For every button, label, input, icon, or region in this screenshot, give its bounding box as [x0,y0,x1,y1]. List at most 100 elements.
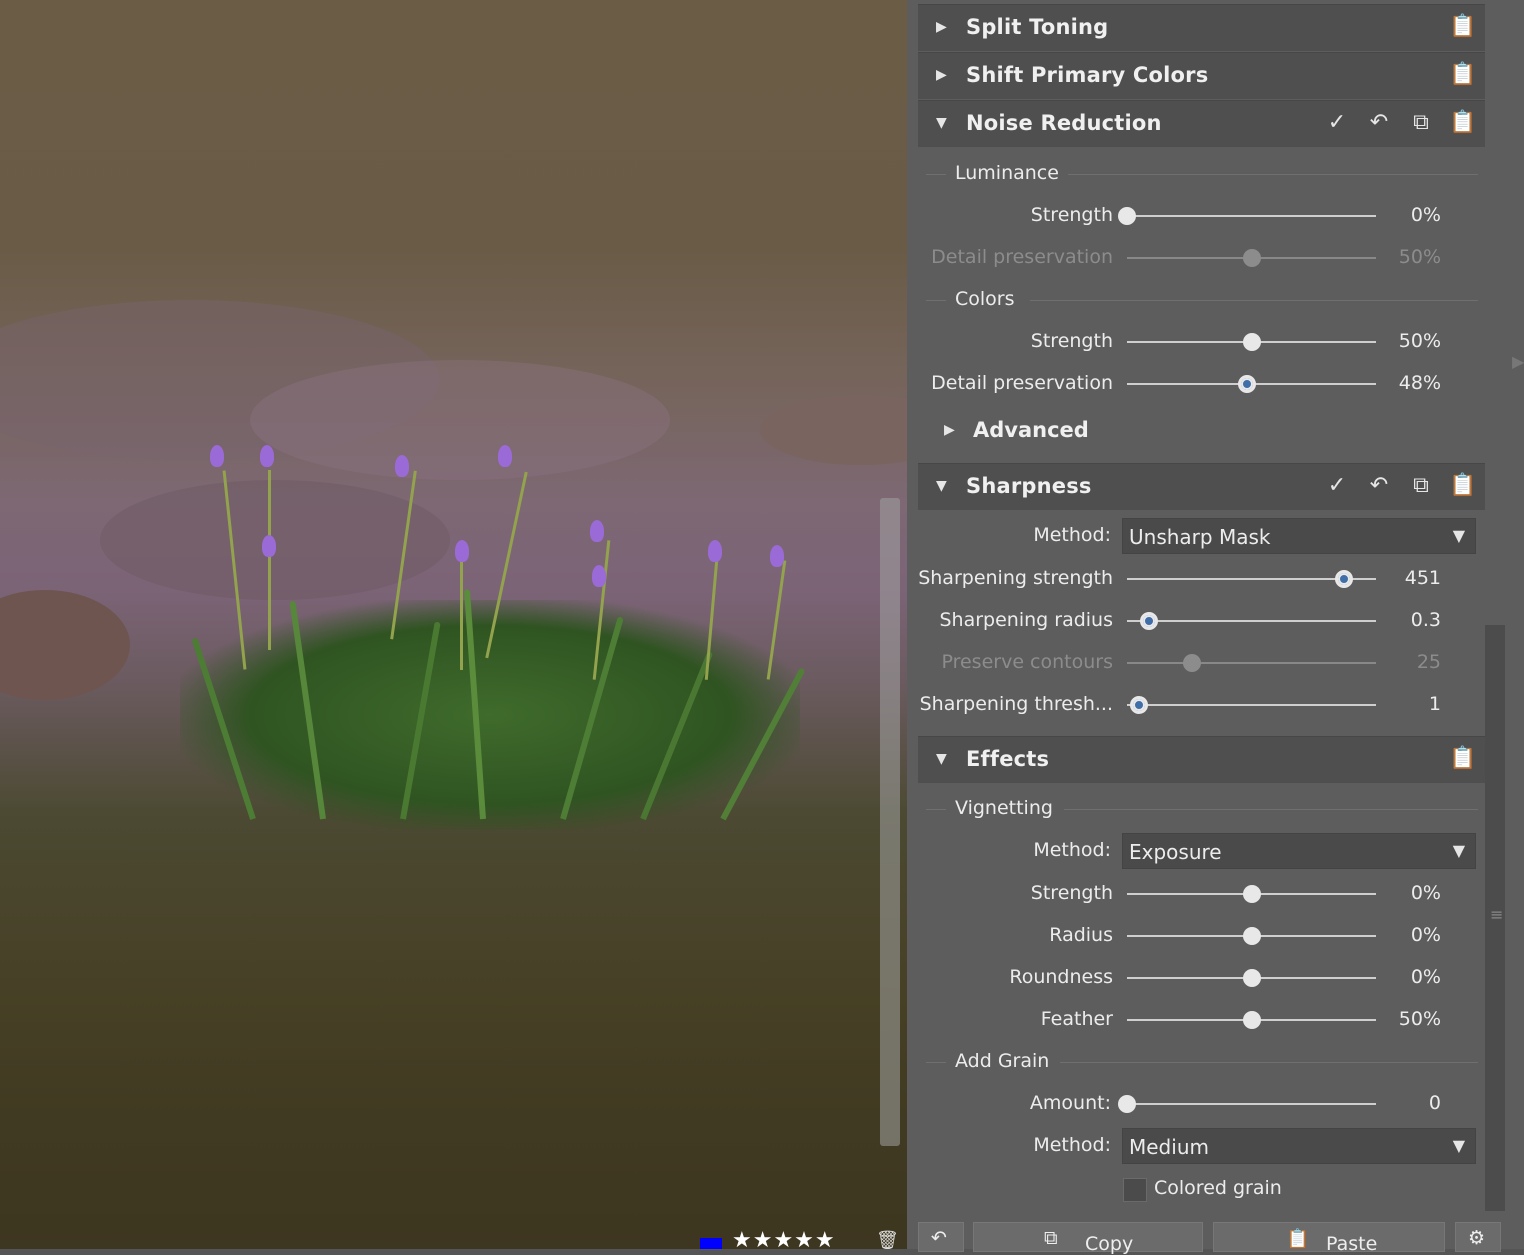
copy-icon[interactable]: ⧉ [1407,472,1435,500]
vig-radius-slider[interactable] [1127,927,1376,945]
collapse-down-icon[interactable]: ▼ [936,478,947,494]
photo-flower [592,565,606,587]
vig-method-label: Method: [1033,839,1111,861]
collapse-down-icon[interactable]: ▼ [936,115,947,131]
grain-method-dropdown[interactable]: Medium ▼ [1122,1128,1476,1164]
copy-settings-button[interactable]: ⧉ Copy [973,1222,1203,1255]
divider [1064,809,1478,810]
dropdown-arrow-icon[interactable]: ▼ [1453,1136,1465,1155]
photo-flower [455,540,469,562]
slider-thumb[interactable] [1242,885,1261,903]
paste-icon[interactable]: 📋 [1449,61,1477,89]
vig-feather-slider[interactable] [1127,1011,1376,1029]
grain-amount-slider[interactable] [1118,1095,1376,1113]
vig-feather-value[interactable]: 50% [1399,1008,1441,1030]
paste-icon[interactable]: 📋 [1449,13,1477,41]
section-noise-reduction[interactable]: ▼ Noise Reduction ✓ ↶ ⧉ 📋 [918,100,1485,147]
sharp-radius-value[interactable]: 0.3 [1411,609,1441,631]
slider-thumb[interactable] [1334,570,1353,588]
group-luminance: Luminance [955,162,1059,184]
reset-icon[interactable]: ↶ [1365,472,1393,500]
lum-detail-value[interactable]: 50% [1399,246,1441,268]
photo-meadow [0,800,907,1249]
slider-thumb[interactable] [1242,249,1261,267]
photo-preview[interactable]: ★★★★★ 🗑 [0,0,907,1249]
slider-thumb[interactable] [1140,612,1159,630]
col-detail-slider[interactable] [1127,375,1376,393]
expand-right-icon[interactable]: ▶ [936,67,947,83]
section-sharpness[interactable]: ▼ Sharpness ✓ ↶ ⧉ 📋 [918,463,1485,510]
paste-special-button[interactable]: ⚙ [1455,1222,1501,1252]
grain-amount-value[interactable]: 0 [1429,1092,1441,1114]
sharp-strength-label: Sharpening strength [918,567,1113,589]
paste-settings-button[interactable]: 📋 Paste [1213,1222,1445,1255]
slider-thumb[interactable] [1130,696,1149,714]
color-label-swatch[interactable] [700,1238,722,1249]
slider-thumb[interactable] [1182,654,1201,672]
vig-strength-slider[interactable] [1127,885,1376,903]
photo-flower [590,520,604,542]
photo-flower [260,445,274,467]
star-rating[interactable]: ★★★★★ [732,1228,836,1249]
slider-thumb[interactable] [1242,333,1261,351]
sharp-strength-slider[interactable] [1127,570,1376,588]
slider-thumb[interactable] [1242,1011,1261,1029]
enable-check-icon[interactable]: ✓ [1323,472,1351,500]
reset-icon[interactable]: ↶ [1365,109,1393,137]
sharp-contours-label: Preserve contours [941,651,1113,673]
enable-check-icon[interactable]: ✓ [1323,109,1351,137]
photo-flower [708,540,722,562]
photo-flower [395,455,409,477]
sharp-radius-slider[interactable] [1127,612,1376,630]
vig-roundness-value[interactable]: 0% [1411,966,1441,988]
photo-scrollbar[interactable] [880,498,900,1146]
copy-icon[interactable]: ⧉ [1407,109,1435,137]
expand-right-icon[interactable]: ▶ [944,422,955,438]
paste-special-icon: ⚙ [1468,1227,1486,1249]
trash-icon[interactable]: 🗑 [876,1230,899,1249]
slider-thumb[interactable] [1118,1095,1136,1113]
section-split-toning[interactable]: ▶ Split Toning 📋 [918,4,1485,51]
photo-flower [498,445,512,467]
panel-toggle-icon[interactable]: ▶ [1512,352,1524,371]
scroll-grip-icon: ≡ [1490,905,1504,924]
paste-icon[interactable]: 📋 [1449,109,1477,137]
slider-thumb[interactable] [1118,207,1136,225]
vig-method-dropdown[interactable]: Exposure ▼ [1122,833,1476,869]
slider-thumb[interactable] [1242,969,1261,987]
lum-detail-label: Detail preservation [931,246,1113,268]
col-detail-value[interactable]: 48% [1399,372,1441,394]
sharp-threshold-label: Sharpening thresh... [919,693,1113,715]
colored-grain-label: Colored grain [1154,1177,1282,1199]
section-title: Noise Reduction [966,111,1162,135]
lum-detail-slider[interactable] [1127,249,1376,267]
photo-rock [0,590,130,700]
dropdown-arrow-icon[interactable]: ▼ [1453,526,1465,545]
section-shift-primary-colors[interactable]: ▶ Shift Primary Colors 📋 [918,52,1485,99]
sharp-method-dropdown[interactable]: Unsharp Mask ▼ [1122,518,1476,554]
vig-radius-value[interactable]: 0% [1411,924,1441,946]
col-strength-value[interactable]: 50% [1399,330,1441,352]
undo-button[interactable]: ↶ [918,1222,964,1252]
expand-right-icon[interactable]: ▶ [936,19,947,35]
slider-thumb[interactable] [1237,375,1256,393]
divider [1068,174,1478,175]
sharp-contours-slider[interactable] [1127,654,1376,672]
collapse-down-icon[interactable]: ▼ [936,751,947,767]
paste-icon[interactable]: 📋 [1449,472,1477,500]
section-effects[interactable]: ▼ Effects 📋 [918,736,1485,783]
vig-strength-value[interactable]: 0% [1411,882,1441,904]
sharp-threshold-slider[interactable] [1127,696,1376,714]
subsection-advanced[interactable]: Advanced [973,418,1089,442]
lum-strength-slider[interactable] [1118,207,1376,225]
sharp-strength-value[interactable]: 451 [1405,567,1441,589]
sharp-threshold-value[interactable]: 1 [1429,693,1441,715]
sharp-contours-value[interactable]: 25 [1417,651,1441,673]
colored-grain-checkbox[interactable] [1123,1178,1147,1202]
paste-icon[interactable]: 📋 [1449,745,1477,773]
dropdown-arrow-icon[interactable]: ▼ [1453,841,1465,860]
col-strength-slider[interactable] [1127,333,1376,351]
lum-strength-value[interactable]: 0% [1411,204,1441,226]
slider-thumb[interactable] [1242,927,1261,945]
vig-roundness-slider[interactable] [1127,969,1376,987]
